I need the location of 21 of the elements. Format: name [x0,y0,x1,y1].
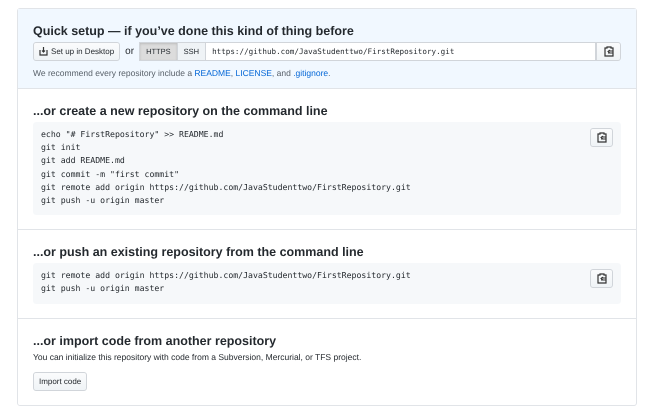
doc-link[interactable]: .gitignore [293,68,328,78]
copy-button[interactable] [590,128,613,147]
recommend-text: We recommend every repository include a README, LICENSE, and .gitignore. [33,68,332,78]
description-text: You can initialize this repository with code from a Subversion, Mercurial, or TFS project. [33,352,362,362]
clipboard-icon [596,273,606,284]
copy-button[interactable] [596,42,621,61]
import-button[interactable]: Import code [33,372,88,391]
section-title: ...or import code from another repository [33,334,278,348]
download-icon [39,47,48,56]
desktop-button[interactable]: Set up in Desktop [33,42,120,61]
section-title: Quick setup — if you’ve done this kind of thing before [33,24,355,38]
copy-button[interactable] [590,269,613,288]
section-title: ...or create a new repository on the command line [33,104,329,118]
doc-link[interactable]: README [194,68,231,78]
clipboard-icon [604,46,614,57]
doc-link[interactable]: LICENSE [236,68,272,78]
section-title: ...or push an existing repository from the command line [33,245,365,260]
code-text: git remote add origin https://github.com/JavaStudenttwo/FirstRepository.git git push -u origin master [41,269,411,296]
code-text: echo "# FirstRepository" >> README.md git init git add README.md git commit -m "first commit" git remote add origin https://github.com/JavaStudenttwo/FirstRepository.git git push -u origin master [41,128,411,208]
clipboard-icon [596,132,606,143]
or-label: or [125,46,134,57]
